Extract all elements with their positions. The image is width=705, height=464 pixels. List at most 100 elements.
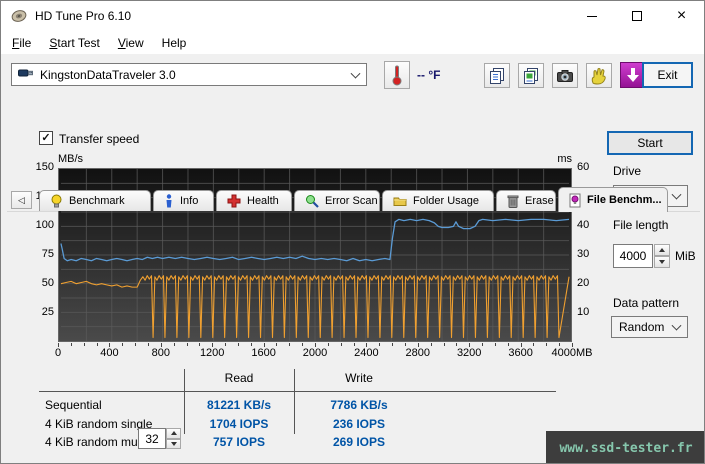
left-axis-tick-label: 100 — [35, 219, 54, 231]
data-pattern-select[interactable]: Random — [611, 316, 688, 338]
tab-health[interactable]: Health — [216, 190, 292, 211]
x-axis-tick — [173, 343, 175, 346]
close-button[interactable]: × — [659, 1, 704, 31]
x-axis-tick — [417, 343, 419, 347]
x-axis-tick — [250, 343, 252, 346]
device-select[interactable]: KingstonDataTraveler 3.0 — [11, 63, 367, 86]
tab-folder-usage[interactable]: Folder Usage — [382, 190, 494, 211]
watermark: www.ssd-tester.fr — [546, 431, 704, 463]
x-axis-tick — [96, 343, 98, 346]
minimize-button[interactable] — [569, 1, 614, 31]
stepper-down-button[interactable] — [654, 256, 670, 268]
title-bar: HD Tune Pro 6.10 × — [1, 1, 704, 31]
transfer-speed-checkbox[interactable]: ✓ — [39, 131, 53, 145]
file-length-label: File length — [613, 218, 669, 232]
x-axis-tick — [289, 343, 291, 346]
tab-label: File Benchm... — [587, 194, 662, 206]
x-axis-tick — [315, 343, 316, 347]
stepper-up-button[interactable] — [166, 428, 181, 439]
menu-help[interactable]: Help — [153, 33, 196, 53]
x-axis-tick — [186, 343, 188, 346]
drive-label: Drive — [613, 164, 642, 178]
write-column-header: Write — [345, 371, 373, 385]
data-pattern-value: Random — [619, 320, 665, 334]
tab-label: Benchmark — [69, 195, 125, 207]
right-axis-tick-label: 60 — [577, 161, 590, 173]
download-arrow-icon — [627, 68, 639, 82]
random-multi-read-value: 757 IOPS — [212, 435, 266, 449]
file-length-unit: MiB — [675, 249, 696, 263]
random-single-write-value: 236 IOPS — [332, 417, 386, 431]
file-length-stepper — [654, 244, 670, 268]
arrow-down-icon — [170, 441, 177, 446]
hand-button[interactable] — [586, 63, 612, 88]
camera-icon — [557, 69, 573, 82]
right-axis-title: ms — [557, 153, 572, 165]
tab-benchmark[interactable]: Benchmark — [39, 190, 151, 211]
data-pattern-label: Data pattern — [613, 296, 680, 310]
menu-bar: File Start Test View Help — [1, 31, 704, 54]
stepper-down-button[interactable] — [166, 438, 181, 449]
x-axis-tick — [559, 343, 561, 346]
x-axis-tick — [456, 343, 458, 346]
chevron-down-icon — [671, 320, 682, 331]
tab-bar: ◁ Benchmark Info Health Error Scan Folde… — [1, 94, 704, 212]
table-header-divider — [39, 391, 556, 392]
x-axis-tick — [83, 343, 85, 346]
camera-button[interactable] — [552, 63, 578, 88]
tab-label: Error Scan — [325, 195, 378, 207]
copy-image-icon — [524, 67, 538, 84]
menu-view[interactable]: View — [109, 33, 153, 53]
x-axis-tick — [469, 343, 471, 347]
x-axis-tick — [494, 343, 496, 346]
magnifier-icon — [306, 195, 319, 208]
x-axis-tick — [135, 343, 137, 346]
bulb-icon — [51, 194, 62, 208]
file-length-value: 4000 — [619, 249, 647, 263]
tab-error-scan[interactable]: Error Scan — [294, 190, 380, 211]
copy-image-button[interactable] — [518, 63, 544, 88]
tab-label: Info — [180, 195, 199, 207]
tab-file-benchmark[interactable]: File Benchm... — [558, 187, 668, 212]
x-axis-tick — [430, 343, 432, 346]
copy-text-icon — [490, 67, 504, 84]
menu-start-test[interactable]: Start Test — [40, 33, 108, 53]
start-button[interactable]: Start — [607, 131, 693, 155]
x-axis-tick — [404, 343, 406, 346]
right-axis-tick-label: 10 — [577, 306, 590, 318]
hand-icon — [591, 67, 606, 85]
x-axis-tick — [212, 343, 214, 347]
queue-depth-input[interactable]: 32 — [138, 428, 166, 449]
chevron-down-icon — [671, 189, 682, 200]
copy-text-button[interactable] — [484, 63, 510, 88]
arrow-down-icon — [659, 260, 665, 264]
tab-label: Folder Usage — [413, 195, 480, 207]
maximize-button[interactable] — [614, 1, 659, 31]
toolbar: KingstonDataTraveler 3.0 -- °F Exit — [1, 54, 704, 94]
x-axis-tick — [379, 343, 381, 346]
x-axis-tick — [263, 343, 265, 347]
x-axis-tick — [572, 343, 573, 347]
tab-info[interactable]: Info — [153, 190, 214, 211]
stepper-up-button[interactable] — [654, 244, 670, 256]
menu-file[interactable]: File — [3, 33, 40, 53]
tab-erase[interactable]: Erase — [496, 190, 556, 211]
device-name: KingstonDataTraveler 3.0 — [40, 67, 176, 82]
x-axis-tick — [443, 343, 445, 346]
transfer-speed-label: Transfer speed — [59, 132, 140, 146]
random-multi-write-value: 269 IOPS — [332, 435, 386, 449]
start-label: Start — [637, 136, 663, 150]
x-axis-tick — [507, 343, 509, 346]
row-label-sequential: Sequential — [45, 398, 102, 412]
temperature-button[interactable] — [384, 61, 410, 89]
file-length-input[interactable]: 4000 — [613, 244, 653, 268]
x-axis-tick — [122, 343, 124, 346]
right-axis-tick-label: 40 — [577, 219, 590, 231]
exit-button[interactable]: Exit — [642, 62, 693, 88]
window-title: HD Tune Pro 6.10 — [35, 9, 132, 23]
info-icon — [166, 194, 172, 208]
maximize-icon — [631, 11, 642, 21]
x-axis-tick — [520, 343, 522, 347]
x-axis-tick — [302, 343, 304, 346]
read-column-header: Read — [224, 371, 254, 385]
